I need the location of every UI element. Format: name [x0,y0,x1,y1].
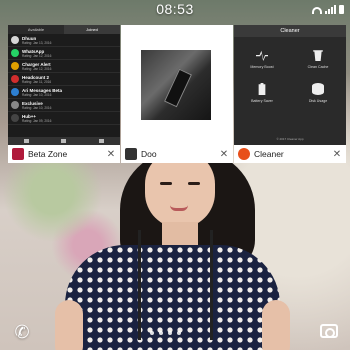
doo-preview[interactable] [121,25,233,145]
battery-icon [339,5,344,14]
camera-icon[interactable] [320,324,338,338]
wallpaper-eye [188,182,200,185]
app-icon [11,49,19,57]
beta-zone-preview[interactable]: Available Joined Dhuun Rating: Jan 13, 20… [8,25,120,145]
beta-zone-list: Dhuun Rating: Jan 13, 2016 WhatsApp Rating:… [8,34,120,125]
list-item-subtitle: Rating: Jan 12, 2016 [22,66,52,71]
beta-zone-tabs: Available Joined [8,25,120,34]
page-dot [177,331,181,335]
frame-label: Beta Zone [28,149,68,159]
status-icons [312,5,344,14]
clean-cache-tile: Clean Cache [290,49,346,69]
signal-icon [325,5,336,14]
trash-icon [313,50,323,61]
list-item: Exclusive Rating: Jan 10, 2016 [8,99,120,112]
page-dot [159,331,163,335]
cleaner-header: Cleaner [234,25,346,37]
frame-title-bar: Doo ✕ [121,145,233,163]
active-frame-beta-zone[interactable]: Available Joined Dhuun Rating: Jan 13, 20… [8,25,120,163]
page-dot [168,331,172,335]
frame-label: Doo [141,149,157,159]
close-frame-button[interactable]: ✕ [219,149,229,160]
list-item: Charger Alert Rating: Jan 12, 2016 [8,60,120,73]
active-frame-cleaner[interactable]: Cleaner Memory Boost Clean Cache Battery… [234,25,346,163]
memory-boost-tile: Memory Boost [234,49,290,69]
page-dot [150,331,154,335]
tile-label: Memory Boost [250,65,274,69]
wallpaper-strap [210,230,213,340]
clock: 08:53 [156,1,194,17]
battery-icon [258,83,266,95]
close-frame-button[interactable]: ✕ [106,149,116,160]
cleaner-app-icon [238,148,250,160]
beta-zone-app-icon [12,148,24,160]
status-bar[interactable]: 08:53 [0,0,350,20]
tile-label: Clean Cache [307,65,329,69]
frame-label: Cleaner [254,149,284,159]
list-item: Hub++ Rating: Jan 09, 2016 [8,112,120,125]
doo-image [141,50,211,120]
tab-available: Available [8,25,64,34]
page-indicator [150,331,181,335]
list-item: WhatsApp Rating: Jan 12, 2016 [8,47,120,60]
tile-label: Disk Usage [308,99,328,103]
wallpaper-eye [160,182,172,185]
more-icon [98,139,104,143]
tab-joined: Joined [64,25,120,34]
list-item-subtitle: Rating: Jan 12, 2016 [22,53,52,58]
list-item-subtitle: Rating: Jan 09, 2016 [22,118,52,123]
list-icon [61,139,67,143]
doo-app-icon [125,148,137,160]
wallpaper-arm [55,300,83,350]
database-icon [312,83,324,95]
list-item: Ari Messages Beta Rating: Jan 10, 2016 [8,86,120,99]
phone-icon[interactable]: ✆ [12,322,32,342]
app-icon [11,62,19,70]
app-icon [11,101,19,109]
frame-title-bar: Cleaner ✕ [234,145,346,163]
cleaner-tiles: Memory Boost Clean Cache Battery Saver D… [234,37,346,103]
wifi-icon [312,7,322,14]
menu-icon [24,139,30,143]
app-icon [11,75,19,83]
beta-zone-footer [8,137,120,145]
wallpaper-strap [138,230,141,340]
list-item: Headcount 2 Rating: Jan 11, 2016 [8,73,120,86]
wallpaper-arm [262,300,290,350]
app-icon [11,36,19,44]
list-item-subtitle: Rating: Jan 10, 2016 [22,105,52,110]
list-item-subtitle: Rating: Jan 10, 2016 [22,92,52,97]
cleaner-footer: © 2017 Cleaner App [276,137,304,141]
frame-title-bar: Beta Zone ✕ [8,145,120,163]
disk-usage-tile: Disk Usage [290,83,346,103]
memory-icon [256,50,268,61]
active-frame-doo[interactable]: Doo ✕ [121,25,233,163]
list-item-subtitle: Rating: Jan 13, 2016 [22,40,52,45]
app-icon [11,88,19,96]
app-icon [11,114,19,122]
battery-saver-tile: Battery Saver [234,83,290,103]
close-frame-button[interactable]: ✕ [332,149,342,160]
list-item-subtitle: Rating: Jan 11, 2016 [22,79,52,84]
tile-label: Battery Saver [251,99,273,103]
list-item: Dhuun Rating: Jan 13, 2016 [8,34,120,47]
cleaner-preview[interactable]: Cleaner Memory Boost Clean Cache Battery… [234,25,346,145]
